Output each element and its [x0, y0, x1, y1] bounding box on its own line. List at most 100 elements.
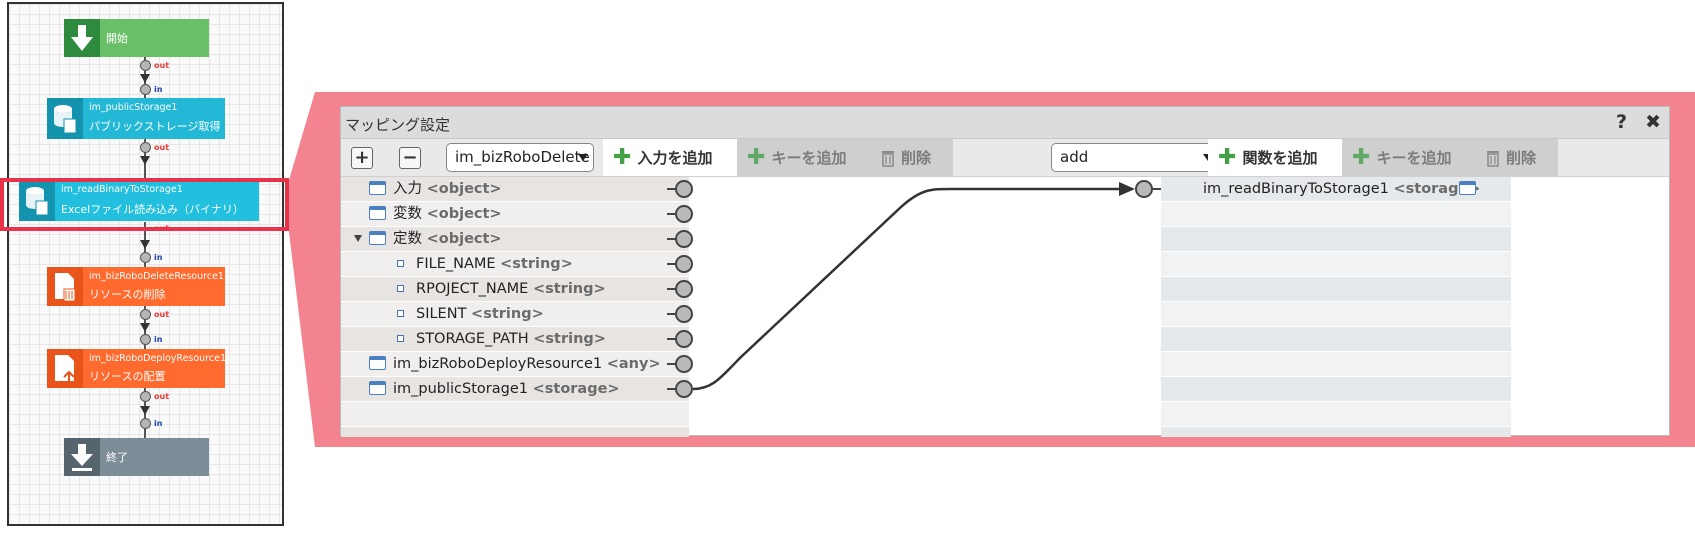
add-input-button[interactable]: ✚ 入力を追加: [603, 139, 737, 176]
dialog-titlebar[interactable]: マッピング設定 ? ✖: [341, 107, 1669, 139]
close-icon[interactable]: ✖: [1645, 111, 1661, 133]
flow-node-delete-resource[interactable]: im_bizRoboDeleteResource1 リソースの削除: [47, 267, 225, 306]
flow-node-public-storage[interactable]: im_publicStorage1 パブリックストレージ取得: [47, 98, 225, 139]
target-row-empty: [1161, 427, 1511, 437]
source-tree: 入力 <object> 変数 <object> 定数 <object> FILE…: [341, 177, 689, 437]
plus-icon: ✚: [747, 144, 766, 170]
target-row-empty: [1161, 227, 1511, 251]
port-out-label: out: [154, 310, 170, 319]
mapping-grid: 入力 <object> 変数 <object> 定数 <object> FILE…: [341, 177, 1669, 437]
source-port[interactable]: [675, 205, 693, 223]
string-field-icon: [397, 335, 404, 342]
source-select-value: im_bizRoboDelete: [455, 148, 590, 166]
port-in[interactable]: [140, 252, 151, 263]
flow-node-label: パブリックストレージ取得: [89, 120, 221, 133]
tree-row-constants[interactable]: 定数 <object>: [341, 227, 689, 251]
source-port[interactable]: [675, 280, 693, 298]
target-row-empty: [1161, 377, 1511, 401]
port-out[interactable]: [140, 391, 151, 402]
source-port[interactable]: [675, 230, 693, 248]
target-row-empty: [1161, 252, 1511, 276]
help-icon[interactable]: ?: [1616, 111, 1627, 133]
flow-start-node[interactable]: 開始: [64, 19, 209, 57]
add-input-label: 入力を追加: [637, 149, 713, 167]
flow-node-id: im_bizRoboDeployResource1: [89, 353, 227, 364]
source-port[interactable]: [675, 355, 693, 373]
source-port[interactable]: [675, 255, 693, 273]
function-select-value: add: [1060, 148, 1089, 166]
object-icon: [369, 206, 386, 220]
dialog-toolbar: + − im_bizRoboDelete ✚ 入力を追加 ✚ キーを追加 削除 …: [341, 139, 1669, 177]
tree-row-input[interactable]: 入力 <object>: [341, 177, 689, 201]
trash-icon: [881, 149, 895, 167]
source-port[interactable]: [675, 305, 693, 323]
arrow-down-icon: [140, 323, 150, 332]
arrow-down-icon: [140, 74, 150, 83]
target-row-empty: [1161, 202, 1511, 226]
source-port[interactable]: [675, 180, 693, 198]
port-out-label: out: [154, 392, 170, 401]
add-key-left-button[interactable]: ✚ キーを追加: [737, 139, 871, 176]
tree-row-text: STORAGE_PATH <string>: [416, 331, 606, 347]
tree-row-deploy-resource[interactable]: im_bizRoboDeployResource1 <any>: [341, 352, 689, 376]
document-upload-icon: [47, 349, 83, 388]
callout-wedge: [289, 92, 315, 447]
trash-icon: [1486, 149, 1500, 167]
tree-row-project-name[interactable]: RPOJECT_NAME <string>: [341, 277, 689, 301]
tree-row-storage-path[interactable]: STORAGE_PATH <string>: [341, 327, 689, 351]
object-icon: [369, 181, 386, 195]
port-out[interactable]: [140, 60, 151, 71]
tree-row-empty: [341, 402, 689, 426]
object-icon: [369, 356, 386, 370]
string-field-icon: [397, 260, 404, 267]
port-out[interactable]: [140, 142, 151, 153]
add-key-right-button[interactable]: ✚ キーを追加: [1342, 139, 1476, 176]
source-select[interactable]: im_bizRoboDelete: [446, 143, 594, 172]
target-row-empty: [1161, 302, 1511, 326]
tree-row-text: RPOJECT_NAME <string>: [416, 281, 606, 297]
port-in[interactable]: [140, 418, 151, 429]
port-in[interactable]: [140, 334, 151, 345]
add-key-right-label: キーを追加: [1376, 149, 1452, 167]
target-tree: im_readBinaryToStorage1 <storage>: [1161, 177, 1511, 437]
tree-row-file-name[interactable]: FILE_NAME <string>: [341, 252, 689, 276]
tree-row-variables[interactable]: 変数 <object>: [341, 202, 689, 226]
mapping-dialog: マッピング設定 ? ✖ + − im_bizRoboDelete ✚ 入力を追加…: [340, 106, 1670, 437]
function-select[interactable]: add: [1051, 143, 1219, 172]
collapse-all-button[interactable]: −: [399, 147, 421, 169]
plus-icon: ✚: [1352, 144, 1371, 170]
database-icon: [47, 98, 83, 139]
tree-row-silent[interactable]: SILENT <string>: [341, 302, 689, 326]
flow-node-label: リソースの削除: [89, 288, 166, 301]
flow-end-label: 終了: [106, 451, 128, 464]
target-row-empty: [1161, 327, 1511, 351]
source-port[interactable]: [675, 380, 693, 398]
arrow-down-icon: [140, 240, 150, 249]
target-row-read-binary[interactable]: im_readBinaryToStorage1 <storage>: [1161, 177, 1511, 201]
expand-all-button[interactable]: +: [351, 147, 373, 169]
delete-right-button[interactable]: 削除: [1476, 139, 1558, 176]
tree-row-public-storage[interactable]: im_publicStorage1 <storage>: [341, 377, 689, 401]
target-row-empty: [1161, 402, 1511, 426]
plus-icon: ✚: [1218, 144, 1237, 170]
port-out[interactable]: [140, 309, 151, 320]
object-icon: [1459, 181, 1476, 195]
delete-left-label: 削除: [901, 149, 932, 167]
port-out-label: out: [154, 143, 170, 152]
flow-node-id: im_publicStorage1: [89, 102, 178, 113]
flow-node-id: im_bizRoboDeleteResource1: [89, 271, 224, 282]
tree-row-text: 変数 <object>: [393, 206, 502, 222]
flow-canvas[interactable]: 開始 out in im_publicStorage1 パブリックストレージ取得…: [7, 2, 284, 526]
flow-node-deploy-resource[interactable]: im_bizRoboDeployResource1 リソースの配置: [47, 349, 227, 388]
delete-left-button[interactable]: 削除: [871, 139, 953, 176]
add-function-button[interactable]: ✚ 関数を追加: [1208, 139, 1342, 176]
port-in[interactable]: [140, 84, 151, 95]
port-in-label: in: [154, 85, 163, 94]
arrow-down-icon: [64, 19, 100, 57]
source-port[interactable]: [675, 330, 693, 348]
port-in-label: in: [154, 419, 163, 428]
tree-row-text: im_readBinaryToStorage1 <storage>: [1203, 181, 1481, 197]
flow-end-node[interactable]: 終了: [64, 438, 209, 476]
string-field-icon: [397, 310, 404, 317]
expand-toggle-icon[interactable]: [354, 235, 362, 242]
